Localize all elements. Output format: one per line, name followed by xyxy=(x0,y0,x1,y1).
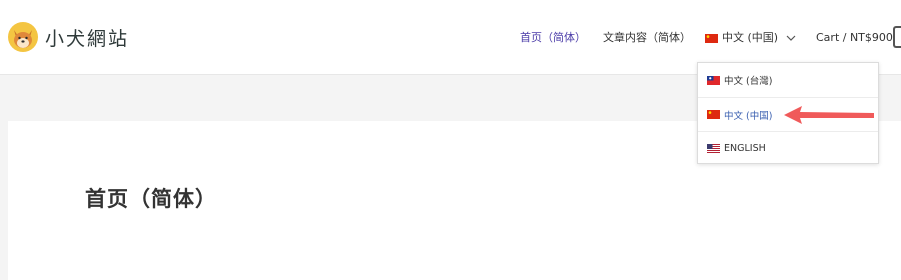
chevron-down-icon xyxy=(786,34,796,42)
shiba-dog-logo-icon xyxy=(8,22,38,52)
site-logo[interactable]: 小犬網站 xyxy=(7,21,129,53)
annotation-arrow-icon xyxy=(784,106,874,124)
language-option-label: 中文 (中国) xyxy=(724,110,773,122)
language-current-label: 中文 (中国) xyxy=(722,31,779,44)
china-flag-icon xyxy=(707,110,720,119)
language-option-label: 中文 (台灣) xyxy=(724,76,773,87)
nav-home-link[interactable]: 首页（简体） xyxy=(520,30,586,46)
china-flag-icon xyxy=(705,33,718,43)
language-switcher[interactable]: 中文 (中国) xyxy=(705,30,796,46)
taiwan-flag-icon xyxy=(707,75,720,85)
cart-bag-icon[interactable] xyxy=(893,26,901,48)
us-flag-icon xyxy=(707,144,720,153)
cart-link[interactable]: Cart / NT$900 xyxy=(816,30,893,46)
site-title: 小犬網站 xyxy=(45,27,130,50)
language-option-taiwan[interactable]: 中文 (台灣) xyxy=(698,63,878,97)
page-title: 首页（简体） xyxy=(85,187,217,211)
language-option-english[interactable]: ENGLISH xyxy=(698,131,878,165)
language-option-label: ENGLISH xyxy=(724,143,766,154)
nav-articles-link[interactable]: 文章内容（简体） xyxy=(603,30,691,46)
